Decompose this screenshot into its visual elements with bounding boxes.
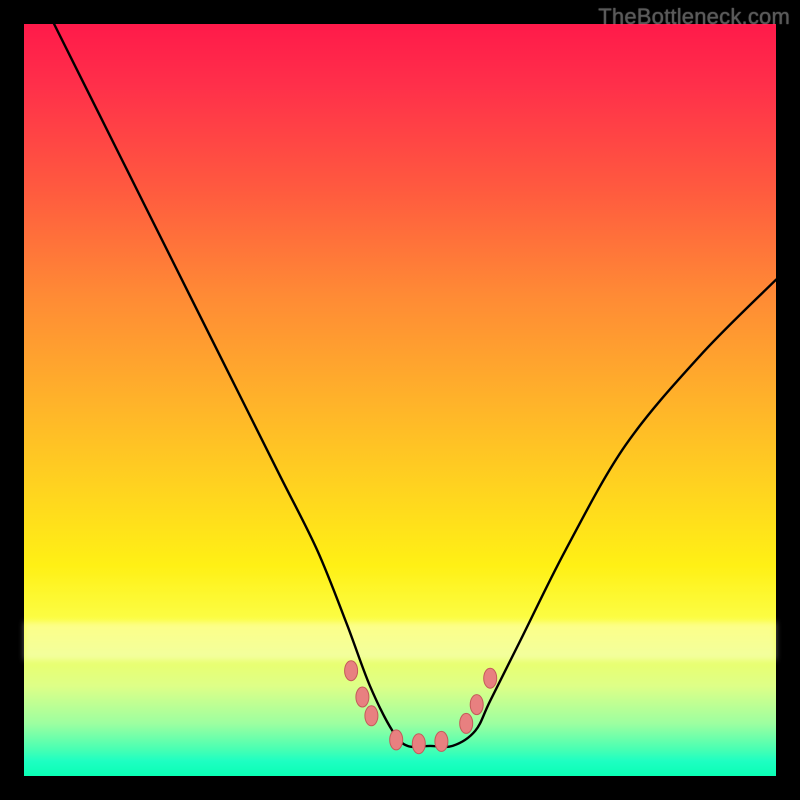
marker-group bbox=[345, 661, 497, 754]
curve-marker bbox=[435, 731, 448, 751]
curve-marker bbox=[356, 687, 369, 707]
curve-marker bbox=[390, 730, 403, 750]
curve-marker bbox=[345, 661, 358, 681]
curve-marker bbox=[470, 695, 483, 715]
curve-marker bbox=[412, 734, 425, 754]
chart-plot-area bbox=[24, 24, 776, 776]
curve-marker bbox=[484, 668, 497, 688]
chart-svg bbox=[24, 24, 776, 776]
curve-marker bbox=[460, 713, 473, 733]
bottleneck-curve bbox=[54, 24, 776, 747]
curve-marker bbox=[365, 706, 378, 726]
watermark-text: TheBottleneck.com bbox=[598, 4, 790, 30]
